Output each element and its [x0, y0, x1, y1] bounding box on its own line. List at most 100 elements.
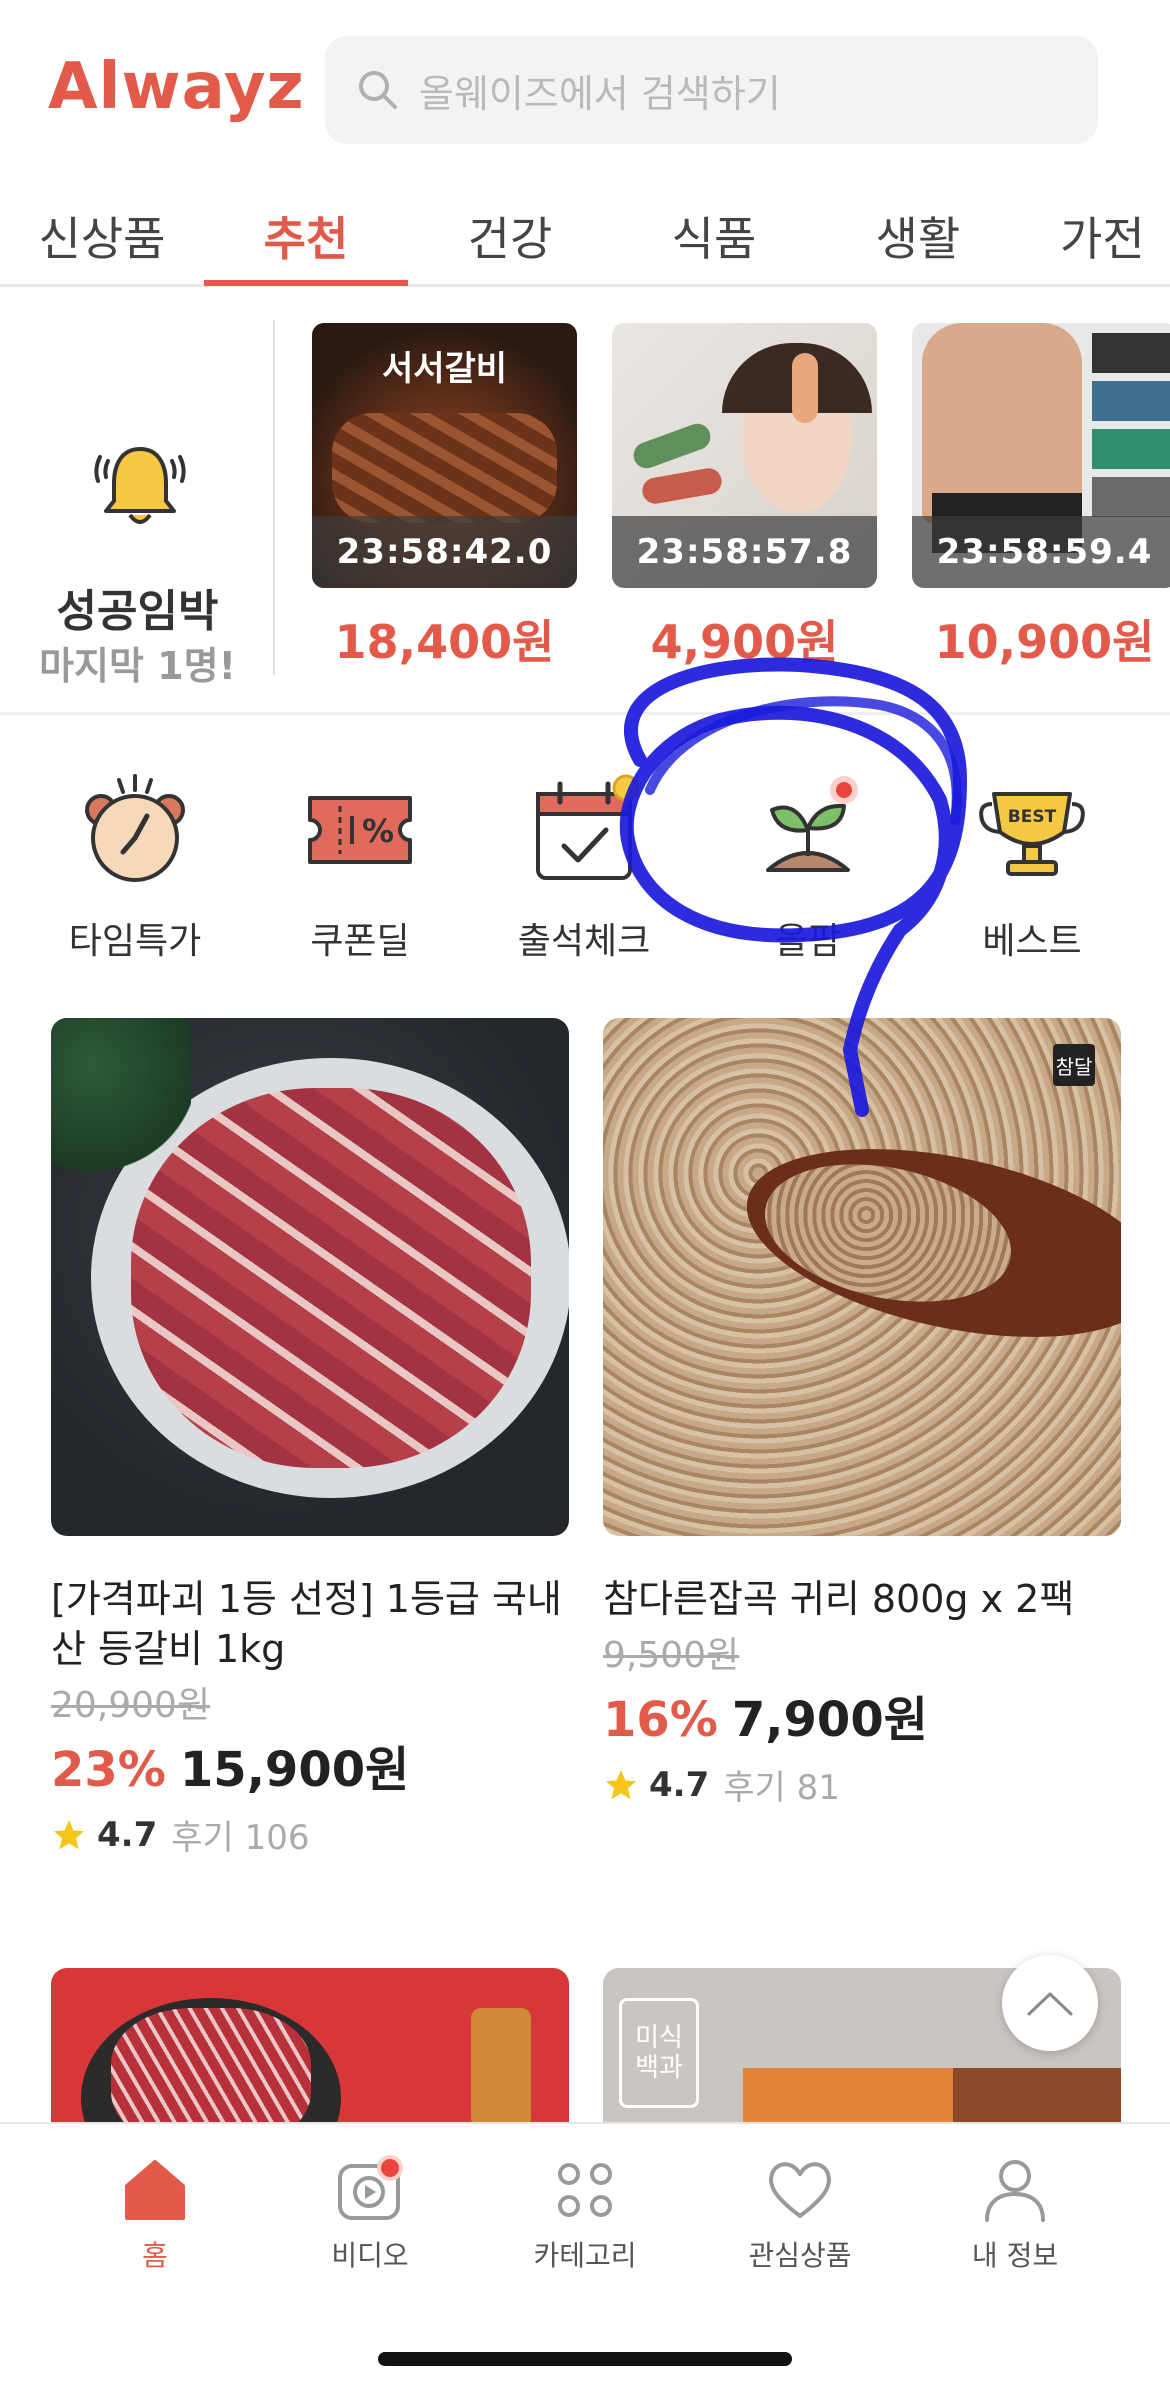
tab-living[interactable]: 생활: [816, 185, 1020, 287]
deal-image-underwear: 23:58:59.4: [912, 323, 1170, 588]
shortcut-time-deal[interactable]: 타임특가: [25, 770, 245, 964]
nav-label: 카테고리: [533, 2239, 637, 2272]
tab-recommend[interactable]: 추천: [204, 185, 408, 287]
header: Alwayz 올웨이즈에서 검색하기: [0, 0, 1170, 180]
product-title: 참다른잡곡 귀리 800g x 2팩: [603, 1577, 1075, 1621]
sale-price-row: 16% 7,900원: [603, 1680, 1121, 1750]
review-count: 후기 106: [171, 1818, 310, 1858]
deal-item[interactable]: 서서갈비 23:58:42.0 18,400원: [312, 323, 577, 672]
sale-price: 15,900원: [179, 1742, 410, 1798]
rating-value: 4.7: [97, 1814, 158, 1855]
product-card[interactable]: 참달 참다른잡곡 귀리 800g x 2팩 9,500원 16% 7,900원 4…: [603, 1018, 1121, 1809]
deal-image-text: 서서갈비: [381, 349, 508, 389]
scroll-to-top-button[interactable]: [1002, 1955, 1098, 2051]
deal-title: 성공임박: [56, 586, 219, 637]
trophy-icon: BEST: [979, 792, 1085, 876]
snack-pack: [953, 2068, 1121, 2128]
tab-appliance[interactable]: 가전: [1060, 185, 1170, 287]
brand-stamp: 미식백과: [619, 1998, 699, 2108]
snack-pack: [743, 2068, 963, 2128]
shortcut-label: 쿠폰딜: [310, 921, 410, 962]
rating-row: 4.7 후기 106: [51, 1810, 569, 1859]
home-indicator: [378, 2352, 792, 2366]
product-card[interactable]: [가격파괴 1등 선정] 1등급 국내산 등갈비 1kg 20,900원 23%…: [51, 1018, 569, 1859]
clip-green: [629, 420, 715, 472]
discount-rate: 23%: [51, 1742, 166, 1798]
oil-bottle: [471, 2008, 531, 2128]
coupon-icon: %: [308, 796, 412, 864]
brand-badge: 참달: [1053, 1044, 1095, 1086]
nav-my-info[interactable]: 내 정보: [915, 2154, 1115, 2274]
deal-strip: 성공임박 마지막 1명! 서서갈비 23:58:42.0 18,400원 23:…: [0, 290, 1170, 715]
sale-price: 7,900원: [731, 1692, 928, 1748]
nav-label: 홈: [142, 2239, 168, 2272]
nav-label: 비디오: [331, 2239, 409, 2272]
rating-value: 4.7: [649, 1764, 710, 1805]
shortcut-best[interactable]: BEST 베스트: [922, 770, 1142, 964]
svg-text:%: %: [362, 812, 394, 850]
home-icon: [125, 2160, 185, 2220]
swatch: [1092, 429, 1170, 469]
nav-video[interactable]: 비디오: [270, 2154, 470, 2274]
clip-peach: [792, 353, 818, 423]
product-image-oats: 참달: [603, 1018, 1121, 1536]
swatch: [1092, 477, 1170, 517]
deal-timer: 23:58:57.8: [612, 516, 877, 588]
discount-rate: 16%: [603, 1692, 718, 1748]
star-icon: [606, 1769, 636, 1799]
deal-price: 10,900원: [934, 615, 1155, 669]
video-icon: [338, 2155, 403, 2220]
meat-texture: [332, 413, 557, 523]
deal-subtitle: 마지막 1명!: [39, 644, 236, 688]
shortcut-allfarm[interactable]: 올팜: [698, 770, 918, 964]
tab-new[interactable]: 신상품: [0, 185, 204, 287]
shortcut-attendance[interactable]: 출석체크: [474, 770, 694, 964]
svg-text:BEST: BEST: [1008, 807, 1057, 827]
nav-wishlist[interactable]: 관심상품: [700, 2154, 900, 2274]
review-count: 후기 81: [723, 1768, 840, 1808]
leaf-decoration: [51, 1018, 191, 1178]
tab-health[interactable]: 건강: [408, 185, 612, 287]
bell-icon: [94, 447, 186, 524]
person-icon: [985, 2160, 1045, 2222]
clip-red: [640, 466, 724, 506]
sale-price-row: 23% 15,900원: [51, 1730, 569, 1800]
nav-category[interactable]: 카테고리: [485, 2154, 685, 2274]
product-card[interactable]: [51, 1968, 569, 2128]
sprout-icon: [766, 776, 858, 872]
deal-timer: 23:58:42.0: [312, 516, 577, 588]
shortcut-menu: 타임특가 % 쿠폰딜 출석체크 올팜 BEST 베스트: [0, 740, 1170, 970]
category-tabs: 신상품 추천 건강 식품 생활 가전: [0, 185, 1170, 287]
shortcut-label: 올팜: [774, 921, 842, 962]
clock-icon: [85, 774, 185, 882]
deal-header: 성공임박 마지막 1명!: [0, 320, 275, 688]
product-image-beef: [51, 1968, 569, 2128]
deal-item[interactable]: 23:58:57.8 4,900원: [612, 323, 877, 672]
rating-row: 4.7 후기 81: [603, 1760, 1121, 1809]
deal-timer: 23:58:59.4: [912, 516, 1170, 588]
swatch: [1092, 333, 1170, 373]
shortcut-label: 베스트: [982, 921, 1082, 962]
product-image-ribs: [51, 1018, 569, 1536]
app-logo[interactable]: Alwayz: [48, 50, 305, 124]
shortcut-coupon[interactable]: % 쿠폰딜: [250, 770, 470, 964]
bottom-navigation: 홈 비디오 카테고리 관심상품 내 정보: [0, 2122, 1170, 2391]
search-icon: [359, 71, 397, 109]
deal-price: 4,900원: [650, 615, 839, 669]
tab-food[interactable]: 식품: [612, 185, 816, 287]
nav-home[interactable]: 홈: [55, 2154, 255, 2274]
original-price: 20,900원: [51, 1685, 211, 1726]
search-bar[interactable]: 올웨이즈에서 검색하기: [325, 36, 1098, 144]
star-icon: [54, 1819, 84, 1849]
heart-icon: [769, 2162, 831, 2218]
deal-item[interactable]: 23:58:59.4 10,900원: [912, 323, 1170, 672]
shortcut-label: 타임특가: [68, 921, 202, 962]
beef-meat: [111, 2008, 311, 2128]
search-placeholder: 올웨이즈에서 검색하기: [419, 71, 781, 116]
deal-price: 18,400원: [334, 615, 555, 669]
original-price: 9,500원: [603, 1635, 740, 1676]
nav-label: 내 정보: [971, 2239, 1059, 2272]
deal-image-hairclip: 23:58:57.8: [612, 323, 877, 588]
calendar-check-icon: [536, 774, 640, 880]
chevron-up-icon: [1027, 1992, 1073, 2016]
